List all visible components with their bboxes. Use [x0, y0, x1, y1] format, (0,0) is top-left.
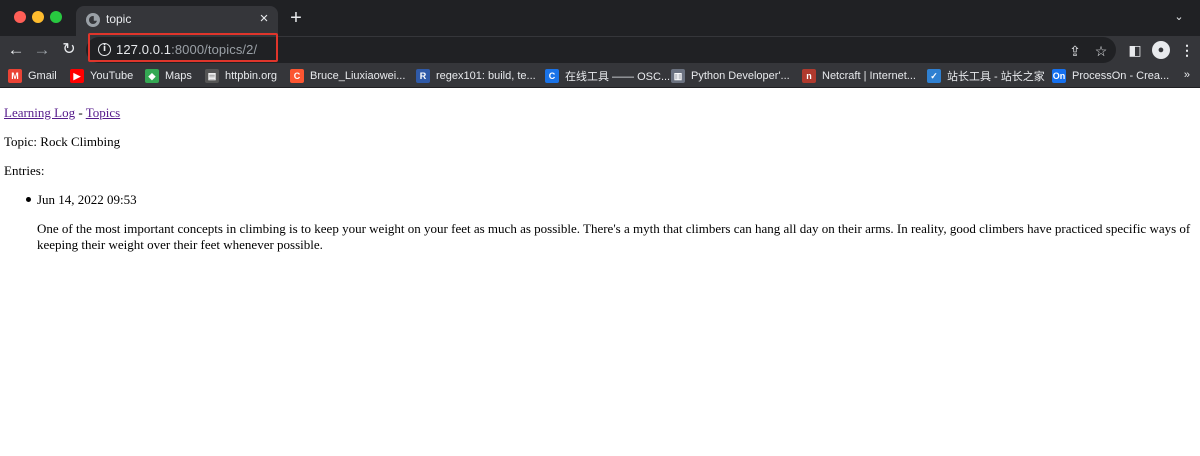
bookmark-item[interactable]: M Gmail: [8, 68, 57, 84]
new-tab-button[interactable]: +: [286, 8, 306, 28]
tab-strip: topic × + ⌄: [0, 0, 1200, 36]
bookmark-label: Gmail: [28, 70, 57, 82]
netcraft-icon: n: [802, 69, 816, 83]
share-icon[interactable]: ⇪: [1066, 42, 1084, 60]
site-nav: Learning Log - Topics: [4, 105, 120, 121]
bookmark-star-icon[interactable]: ☆: [1092, 42, 1110, 60]
bookmark-item[interactable]: ▶ YouTube: [70, 68, 133, 84]
topic-heading: Topic: Rock Climbing: [4, 134, 121, 149]
bookmark-item[interactable]: Rregex101: build, te...: [416, 68, 536, 84]
globe-icon: [86, 13, 100, 27]
bookmark-label: YouTube: [90, 70, 134, 82]
bookmark-label: Netcraft | Internet...: [822, 70, 916, 82]
bookmark-label: Bruce_Liuxiaowei...: [310, 70, 406, 82]
minimize-window-button[interactable]: [32, 11, 44, 23]
bookmark-item[interactable]: On ProcessOn - Crea...: [1052, 68, 1169, 84]
side-panel-icon[interactable]: ◧: [1126, 41, 1144, 59]
bookmark-item[interactable]: ▤ httpbin.org: [205, 68, 277, 84]
bookmark-label: Maps: [165, 70, 192, 82]
tab-close-icon[interactable]: ×: [256, 11, 272, 27]
oschina-icon: C: [545, 69, 559, 83]
reload-button[interactable]: ↻: [57, 38, 81, 62]
profile-avatar-icon[interactable]: ●: [1152, 41, 1170, 59]
page-content: Learning Log - Topics Topic: Rock Climbi…: [0, 89, 1200, 456]
url-highlight-box: [88, 33, 278, 62]
forward-button[interactable]: →: [30, 38, 54, 62]
list-bullet: [26, 197, 31, 202]
bookmark-label: regex101: build, te...: [436, 70, 536, 82]
chevron-down-icon[interactable]: ⌄: [1172, 10, 1186, 24]
topics-link[interactable]: Topics: [86, 105, 120, 120]
nav-separator: -: [78, 105, 83, 120]
bookmarks-overflow-button[interactable]: »: [1184, 69, 1190, 81]
bookmark-item[interactable]: ✓ 站长工具 - 站长之家: [927, 68, 1045, 84]
back-button[interactable]: ←: [4, 38, 28, 62]
entry-text: One of the most important concepts in cl…: [37, 221, 1191, 252]
bookmark-item[interactable]: n Netcraft | Internet...: [802, 68, 916, 84]
bookmark-item[interactable]: C Bruce_Liuxiaowei...: [290, 68, 405, 84]
active-tab[interactable]: topic ×: [76, 6, 278, 36]
bookmarks-bar: » M Gmail ▶ YouTube ◆ Maps ▤ httpbin.org C Bruce_…: [0, 64, 1200, 88]
processon-icon: On: [1052, 69, 1066, 83]
bookmark-item[interactable]: C 在线工具 —— OSC...: [545, 68, 670, 84]
learning-log-link[interactable]: Learning Log: [4, 105, 75, 120]
chinaz-icon: ✓: [927, 69, 941, 83]
maximize-window-button[interactable]: [50, 11, 62, 23]
close-window-button[interactable]: [14, 11, 26, 23]
regex101-icon: R: [416, 69, 430, 83]
bookmark-label: 在线工具 —— OSC...: [565, 71, 671, 83]
csdn-icon: C: [290, 69, 304, 83]
tab-title: topic: [106, 12, 132, 26]
bookmark-label: 站长工具 - 站长之家: [947, 71, 1045, 83]
maps-icon: ◆: [145, 69, 159, 83]
entry-date: Jun 14, 2022 09:53: [37, 192, 137, 207]
bookmark-item[interactable]: ◆ Maps: [145, 68, 192, 84]
httpbin-icon: ▤: [205, 69, 219, 83]
youtube-icon: ▶: [70, 69, 84, 83]
bookmark-label: httpbin.org: [225, 70, 277, 82]
gmail-icon: M: [8, 69, 22, 83]
entries-label: Entries:: [4, 163, 45, 178]
bookmark-item[interactable]: ▥ Python Developer'...: [671, 68, 790, 84]
python-icon: ▥: [671, 69, 685, 83]
bookmark-label: ProcessOn - Crea...: [1072, 70, 1170, 82]
bookmark-label: Python Developer'...: [691, 70, 790, 82]
more-menu-icon[interactable]: ⋮: [1178, 41, 1196, 59]
